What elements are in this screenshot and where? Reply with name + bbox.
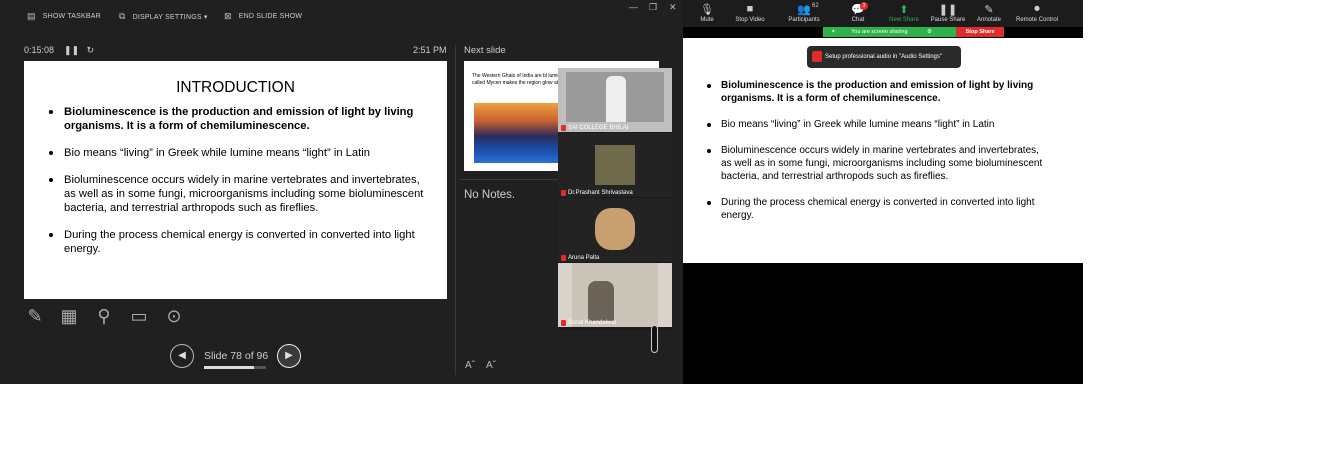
more-options-icon[interactable]: ⊙ xyxy=(162,304,186,328)
participant-count: 62 xyxy=(812,3,819,9)
participant-name: Dr.Prashant Shrivastava xyxy=(568,190,633,196)
sharing-status: You are screen sharing xyxy=(851,29,908,35)
mic-muted-icon xyxy=(561,320,566,326)
participant-video-panel: SAI COLLEGE BHILAI Dr.Prashant Shrivasta… xyxy=(558,68,672,330)
person-figure xyxy=(588,281,614,321)
mute-button[interactable]: Mute xyxy=(700,17,713,23)
participant-name: SAI COLLEGE BHILAI xyxy=(568,125,629,131)
taskbar-icon: ▤ xyxy=(27,11,36,21)
mouse-icon[interactable]: ⏺ xyxy=(1034,3,1040,16)
mic-icon[interactable]: 🎙 xyxy=(700,3,714,16)
shared-slide: INTRODUCTION Setup professional audio in… xyxy=(683,38,1083,263)
slide-bullet: Bio means “living” in Greek while lumine… xyxy=(707,118,1051,131)
display-settings-button[interactable]: ⧉ DISPLAY SETTINGS ▾ xyxy=(119,11,208,22)
slide-bullet: Bioluminescence occurs widely in marine … xyxy=(49,173,434,215)
remote-control-button[interactable]: Remote Control xyxy=(1016,17,1058,23)
presenter-view: ▤ SHOW TASKBAR ⧉ DISPLAY SETTINGS ▾ ⊠ END S… xyxy=(0,0,683,384)
slide-bullet: During the process chemical energy is co… xyxy=(707,196,1051,222)
settings-icon[interactable]: ⚙ xyxy=(927,29,932,35)
black-screen-icon[interactable]: ▭ xyxy=(127,304,151,328)
stop-video-button[interactable]: Stop Video xyxy=(735,17,764,23)
pen-tool-icon[interactable]: ✎ xyxy=(23,304,47,328)
end-slide-show-button[interactable]: ⊠ END SLIDE SHOW xyxy=(224,11,302,22)
avatar xyxy=(595,208,635,250)
pause-timer-icon[interactable]: ❚❚ xyxy=(64,45,79,55)
decrease-font-button[interactable]: Aˇ xyxy=(486,360,496,371)
restore-icon[interactable]: ❐ xyxy=(649,2,657,13)
participants-icon[interactable]: 👥 xyxy=(797,3,811,16)
participant-name: Aruna Palta xyxy=(568,255,600,261)
current-slide: INTRODUCTION Bioluminescence is the prod… xyxy=(24,61,447,299)
zoom-icon[interactable]: ⚲ xyxy=(92,304,116,328)
elapsed-timer: 0:15:08 ❚❚ ↻ xyxy=(24,45,95,55)
video-tile[interactable]: Dr.Prashant Shrivastava xyxy=(558,133,672,197)
pause-icon[interactable]: ❚❚ xyxy=(939,3,957,16)
video-tile[interactable]: Sonal Khandelwal xyxy=(558,263,672,327)
display-icon: ⧉ xyxy=(119,11,126,21)
slide-navigation: ◀ Slide 78 of 96 ▶ xyxy=(170,343,305,371)
next-slide-button[interactable]: ▶ xyxy=(277,344,301,368)
minimize-icon[interactable]: — xyxy=(629,2,638,12)
chat-button[interactable]: Chat xyxy=(852,17,865,23)
close-icon[interactable]: ✕ xyxy=(669,2,677,13)
increase-font-button[interactable]: Aˆ xyxy=(465,360,475,371)
stop-share-button[interactable]: Stop Share xyxy=(956,27,1004,37)
pause-share-button[interactable]: Pause Share xyxy=(931,17,966,23)
annotate-button[interactable]: Annotate xyxy=(977,17,1001,23)
previous-slide-button[interactable]: ◀ xyxy=(170,344,194,368)
participant-name: Sonal Khandelwal xyxy=(568,320,617,326)
show-taskbar-button[interactable]: ▤ SHOW TASKBAR xyxy=(27,11,101,22)
person-figure xyxy=(606,76,626,122)
speaker-notes: No Notes. xyxy=(464,189,516,201)
pane-divider[interactable] xyxy=(455,45,456,375)
zoom-toolbar: 🎙 Mute ■ Stop Video 👥 62 Participants 💬 … xyxy=(683,0,1083,27)
slide-bullet: Bioluminescence occurs widely in marine … xyxy=(707,144,1051,183)
zoom-share-window: 🎙 Mute ■ Stop Video 👥 62 Participants 💬 … xyxy=(683,0,1083,384)
slide-progress-bar xyxy=(204,366,266,369)
slide-title: INTRODUCTION xyxy=(176,79,295,96)
participant-scrollbar[interactable] xyxy=(651,325,658,353)
chat-badge: 3 xyxy=(860,2,868,10)
slide-bullet: During the process chemical energy is co… xyxy=(49,228,434,256)
reset-timer-icon[interactable]: ↻ xyxy=(87,45,95,55)
participants-button[interactable]: Participants xyxy=(788,17,819,23)
mic-muted-icon xyxy=(561,125,566,131)
video-tile[interactable]: SAI COLLEGE BHILAI xyxy=(558,68,672,132)
clock: 2:51 PM xyxy=(413,45,447,55)
slide-bullet: Bioluminescence is the production and em… xyxy=(49,105,434,133)
video-feed xyxy=(572,263,658,327)
slide-bullets: Bioluminescence is the production and em… xyxy=(707,79,1051,235)
slide-bullets: Bioluminescence is the production and em… xyxy=(49,105,434,269)
new-share-button[interactable]: New Share xyxy=(889,17,919,23)
slide-bullet: Bio means “living” in Greek while lumine… xyxy=(49,146,434,160)
mic-muted-icon xyxy=(561,255,566,261)
mic-muted-icon xyxy=(561,190,566,196)
avatar xyxy=(595,145,635,185)
end-show-icon: ⊠ xyxy=(224,11,232,21)
see-all-slides-icon[interactable]: ▦ xyxy=(57,304,81,328)
audio-icon xyxy=(812,51,822,62)
video-tile[interactable]: Aruna Palta xyxy=(558,198,672,262)
pin-icon[interactable]: ✦ xyxy=(831,29,836,35)
audio-settings-toast[interactable]: Setup professional audio in "Audio Setti… xyxy=(807,46,961,68)
next-slide-label: Next slide xyxy=(464,45,506,56)
slide-bullet: Bioluminescence is the production and em… xyxy=(707,79,1051,105)
video-icon[interactable]: ■ xyxy=(747,3,754,15)
slide-counter: Slide 78 of 96 xyxy=(204,350,269,362)
new-share-icon[interactable]: ⬆ xyxy=(899,3,908,16)
pen-icon[interactable]: ✎ xyxy=(984,3,993,16)
